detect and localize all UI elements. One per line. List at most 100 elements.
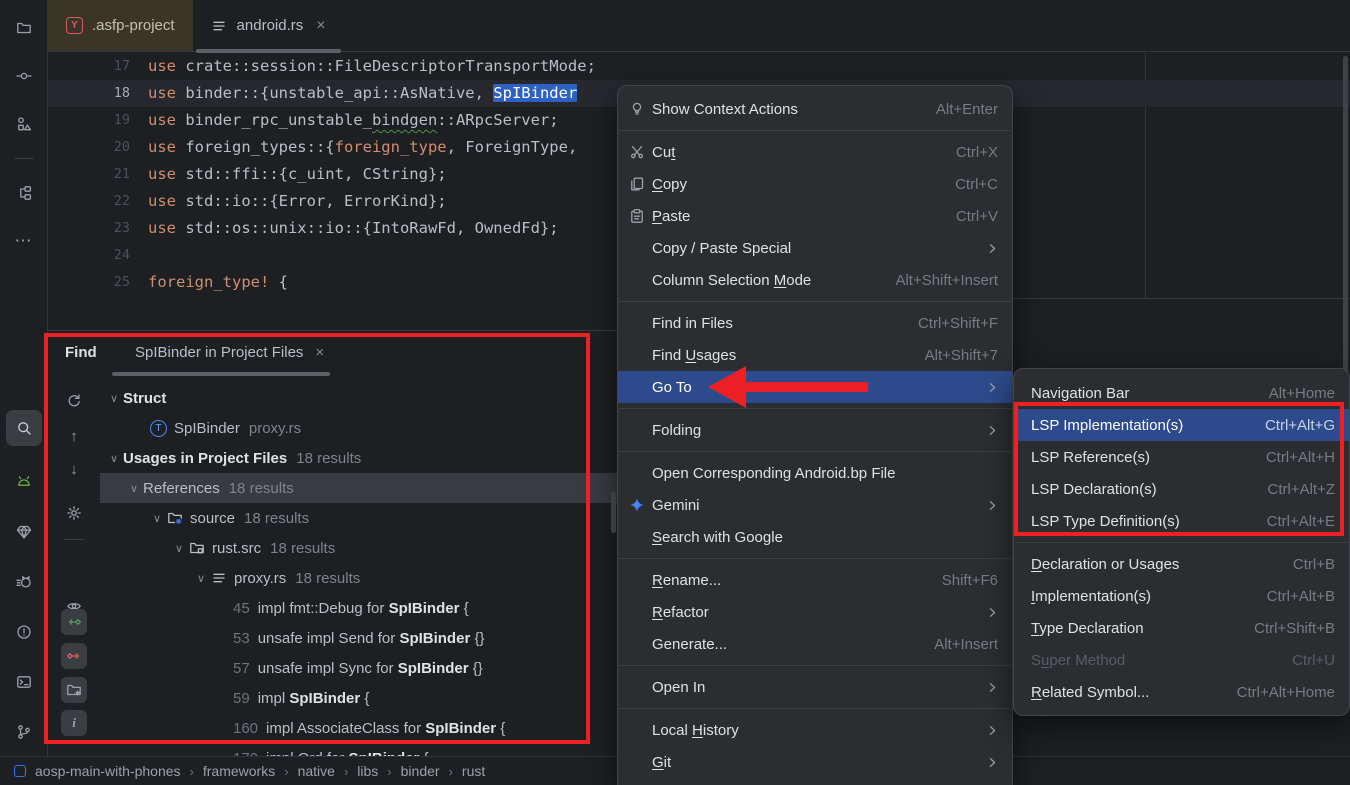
sidebar-button-hierarchy-icon[interactable] <box>10 179 38 207</box>
tree-row-usages-in-project-files[interactable]: ∨Usages in Project Files18 results <box>100 443 619 473</box>
menu-item-label: Local History <box>652 722 975 739</box>
chevron-down-icon[interactable]: ∨ <box>105 392 123 405</box>
chevron-down-icon[interactable]: ∨ <box>148 512 166 525</box>
menu-item-refactor[interactable]: Refactor <box>618 596 1012 628</box>
find-toolbar-gear-icon[interactable] <box>61 500 87 526</box>
menu-item-git[interactable]: Git <box>618 746 1012 778</box>
chevron-down-icon[interactable]: ∨ <box>125 482 143 495</box>
menu-item-search-with-google[interactable]: Search with Google <box>618 521 1012 553</box>
submenu-arrow-icon <box>987 757 998 768</box>
menu-item-copy[interactable]: CopyCtrl+C <box>618 168 1012 200</box>
sidebar-button-gem-icon[interactable] <box>10 518 38 546</box>
menu-item-show-context-actions[interactable]: Show Context ActionsAlt+Enter <box>618 93 1012 125</box>
code-text[interactable]: use binder_rpc_unstable_bindgen::ARpcSer… <box>148 107 559 134</box>
arrow-up-icon: ↑ <box>66 428 83 445</box>
code-text[interactable]: use foreign_types::{foreign_type, Foreig… <box>148 134 577 161</box>
file-lines-icon <box>210 570 227 587</box>
result-row[interactable]: 170impl Ord for SpIBinder { <box>100 743 619 757</box>
menu-item-label: Cut <box>652 144 936 161</box>
find-toolbar-open-in-new-tab-folder-icon[interactable] <box>61 677 87 703</box>
code-text[interactable]: use binder::{unstable_api::AsNative, SpI… <box>148 80 577 107</box>
menu-item-rename[interactable]: Rename...Shift+F6 <box>618 564 1012 596</box>
menu-item-implementation-s[interactable]: Implementation(s)Ctrl+Alt+B <box>1014 580 1349 612</box>
breadcrumb-item-binder[interactable]: binder <box>401 763 440 779</box>
menu-item-paste[interactable]: PasteCtrl+V <box>618 200 1012 232</box>
editor-tab-android-rs[interactable]: android.rs× <box>193 0 344 51</box>
chevron-down-icon[interactable]: ∨ <box>192 572 210 585</box>
result-row[interactable]: 59impl SpIBinder { <box>100 683 619 713</box>
menu-item-open-corresponding-android-bp-file[interactable]: Open Corresponding Android.bp File <box>618 457 1012 489</box>
sidebar-button-more-icon[interactable]: ⋯ <box>10 227 38 255</box>
tree-row-rust-src[interactable]: ∨rust.src18 results <box>100 533 619 563</box>
menu-item-shortcut: Ctrl+B <box>1293 556 1335 573</box>
menu-item-gemini[interactable]: Gemini <box>618 489 1012 521</box>
menu-item-folding[interactable]: Folding <box>618 414 1012 446</box>
find-panel-scrollbar[interactable] <box>611 491 616 533</box>
sidebar-button-structure-icon[interactable] <box>10 110 38 138</box>
menu-item-navigation-bar[interactable]: Navigation BarAlt+Home <box>1014 377 1349 409</box>
sidebar-button-android-icon[interactable] <box>10 468 38 496</box>
find-result-tab-label: SpIBinder in Project Files <box>135 344 303 361</box>
menu-item-column-selection-mode[interactable]: Column Selection ModeAlt+Shift+Insert <box>618 264 1012 296</box>
tree-row-proxy-rs[interactable]: ∨proxy.rs18 results <box>100 563 619 593</box>
sidebar-button-git-branch-icon[interactable] <box>10 718 38 746</box>
editor-tab-asfp-project[interactable]: Y.asfp-project <box>48 0 193 51</box>
close-icon[interactable]: × <box>315 344 324 361</box>
breadcrumb-item-frameworks[interactable]: frameworks <box>203 763 275 779</box>
find-toolbar-info-icon[interactable]: i <box>61 710 87 736</box>
menu-item-declaration-or-usages[interactable]: Declaration or Usages Ctrl+B <box>1014 548 1349 580</box>
find-result-tab[interactable]: SpIBinder in Project Files × <box>135 344 324 361</box>
menu-item-type-declaration[interactable]: Type DeclarationCtrl+Shift+B <box>1014 612 1349 644</box>
result-row[interactable]: 160impl AssociateClass for SpIBinder { <box>100 713 619 743</box>
menu-item-find-usages[interactable]: Find UsagesAlt+Shift+7 <box>618 339 1012 371</box>
tree-row-references[interactable]: ∨References18 results <box>100 473 619 503</box>
find-toolbar-refresh-icon[interactable] <box>61 388 87 414</box>
menu-item-related-symbol[interactable]: Related Symbol...Ctrl+Alt+Home <box>1014 676 1349 708</box>
sidebar-button-problems-icon[interactable] <box>10 618 38 646</box>
menu-item-lsp-type-definition-s[interactable]: LSP Type Definition(s)Ctrl+Alt+E <box>1014 505 1349 537</box>
chevron-down-icon[interactable]: ∨ <box>105 452 123 465</box>
tree-row-struct[interactable]: ∨Struct <box>100 383 619 413</box>
tree-row-spibinder[interactable]: TSpIBinderproxy.rs <box>100 413 619 443</box>
breadcrumb-item-libs[interactable]: libs <box>357 763 378 779</box>
code-text[interactable]: use crate::session::FileDescriptorTransp… <box>148 53 596 80</box>
result-row[interactable]: 53unsafe impl Send for SpIBinder {} <box>100 623 619 653</box>
menu-item-super-method[interactable]: Super MethodCtrl+U <box>1014 644 1349 676</box>
code-text[interactable]: use std::io::{Error, ErrorKind}; <box>148 188 447 215</box>
code-text[interactable]: use std::os::unix::io::{IntoRawFd, Owned… <box>148 215 559 242</box>
code-text[interactable]: foreign_type! { <box>148 269 288 296</box>
sidebar-button-terminal-icon[interactable] <box>10 668 38 696</box>
menu-separator <box>619 408 1011 409</box>
find-toolbar-arrow-up-icon[interactable]: ↑ <box>61 423 87 449</box>
result-row[interactable]: 45impl fmt::Debug for SpIBinder { <box>100 593 619 623</box>
sidebar-button-project-folder-icon[interactable] <box>10 14 38 42</box>
find-toolbar-next-occurrence-icon[interactable] <box>61 643 87 669</box>
menu-item-lsp-implementation-s[interactable]: LSP Implementation(s)Ctrl+Alt+G <box>1014 409 1349 441</box>
menu-item-cut[interactable]: CutCtrl+X <box>618 136 1012 168</box>
menu-item-copy-paste-special[interactable]: Copy / Paste Special <box>618 232 1012 264</box>
sidebar-button-logcat-icon[interactable] <box>10 568 38 596</box>
find-toolbar-arrow-down-icon[interactable]: ↓ <box>61 456 87 482</box>
menu-item-local-history[interactable]: Local History <box>618 714 1012 746</box>
find-toolbar-prev-occurrence-icon[interactable] <box>61 609 87 635</box>
menu-item-label: Declaration or Usages <box>1031 556 1273 573</box>
menu-item-generate[interactable]: Generate...Alt+Insert <box>618 628 1012 660</box>
menu-item-shortcut: Shift+F6 <box>942 572 998 589</box>
chevron-down-icon[interactable]: ∨ <box>170 542 188 555</box>
menu-item-label: LSP Implementation(s) <box>1031 417 1245 434</box>
menu-item-shortcut: Alt+Insert <box>934 636 998 653</box>
breadcrumb-item-native[interactable]: native <box>298 763 335 779</box>
tree-row-source[interactable]: ∨source18 results <box>100 503 619 533</box>
menu-item-lsp-reference-s[interactable]: LSP Reference(s)Ctrl+Alt+H <box>1014 441 1349 473</box>
sidebar-button-search-icon[interactable] <box>6 410 42 446</box>
sidebar-button-commit-icon[interactable] <box>10 62 38 90</box>
result-row[interactable]: 57unsafe impl Sync for SpIBinder {} <box>100 653 619 683</box>
close-icon[interactable]: × <box>316 17 325 35</box>
breadcrumb-item-rust[interactable]: rust <box>462 763 485 779</box>
breadcrumb-item-aosp-main-with-phones[interactable]: aosp-main-with-phones <box>35 763 181 779</box>
menu-item-lsp-declaration-s[interactable]: LSP Declaration(s)Ctrl+Alt+Z <box>1014 473 1349 505</box>
menu-item-open-in[interactable]: Open In <box>618 671 1012 703</box>
menu-item-go-to[interactable]: Go To <box>618 371 1012 403</box>
code-text[interactable]: use std::ffi::{c_uint, CString}; <box>148 161 447 188</box>
menu-item-find-in-files[interactable]: Find in FilesCtrl+Shift+F <box>618 307 1012 339</box>
